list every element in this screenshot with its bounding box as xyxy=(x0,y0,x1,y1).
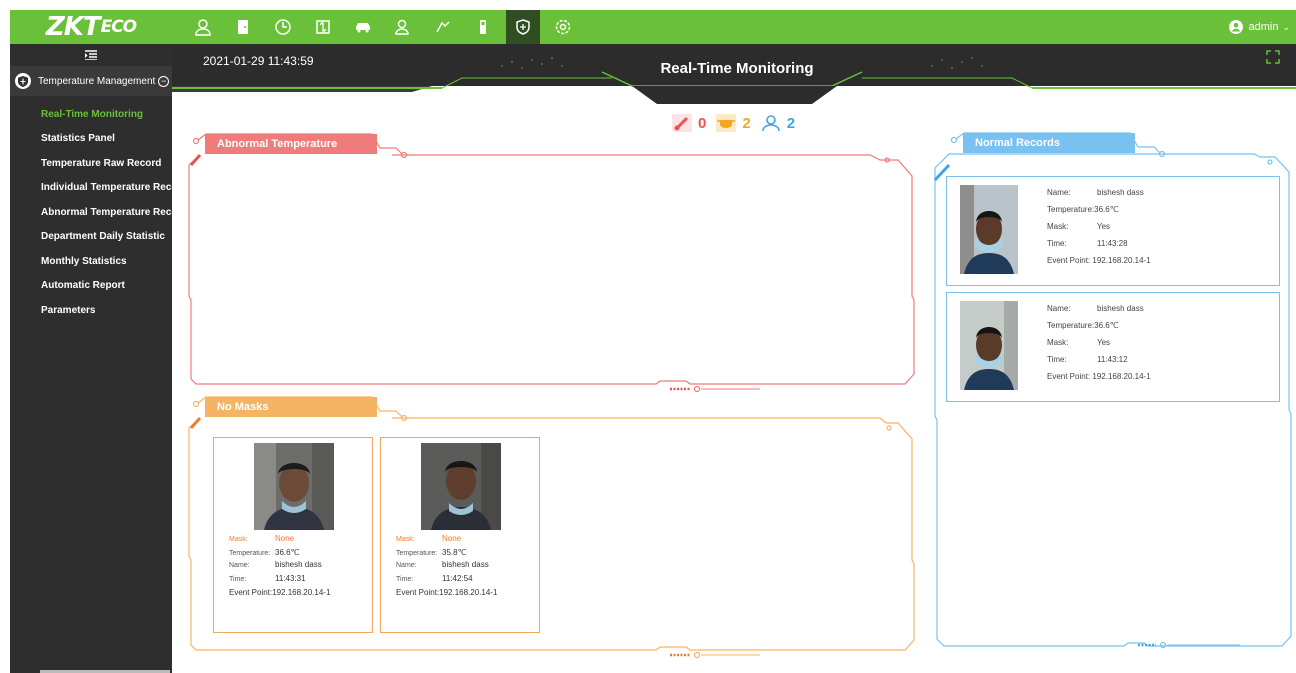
abnormal-temperature-panel-title: Abnormal Temperature xyxy=(205,134,377,154)
visitor-icon[interactable] xyxy=(386,10,420,44)
mask-icon xyxy=(716,114,737,132)
current-datetime: 2021-01-29 11:43:59 xyxy=(203,54,314,68)
no-mask-card[interactable]: Mask: None Temperature: 36.6℃ Name: bishesh… xyxy=(213,437,373,633)
mask-row: Mask: None xyxy=(229,534,295,543)
sidebar-item-real-time-monitoring[interactable]: Real-Time Monitoring xyxy=(10,102,172,127)
access-door-icon[interactable] xyxy=(226,10,260,44)
attendance-clock-icon[interactable] xyxy=(266,10,300,44)
user-avatar-icon xyxy=(1229,20,1244,34)
status-counters: 0 2 2 xyxy=(672,114,805,132)
normal-record-card[interactable]: Name: bishesh dass Temperature:36.6℃ Mask… xyxy=(946,292,1280,402)
time-row: Time: 11:42:54 xyxy=(396,574,473,583)
no-masks-panel-title: No Masks xyxy=(205,397,377,417)
sidebar-item-statistics-panel[interactable]: Statistics Panel xyxy=(10,127,172,152)
sidebar-collapse-icon[interactable] xyxy=(10,44,172,66)
app-window: ZKT ECO admin ⌄ Temperature Management −… xyxy=(0,0,1296,673)
personnel-icon[interactable] xyxy=(186,10,220,44)
sidebar-item-monthly-statistics[interactable]: Monthly Statistics xyxy=(10,249,172,274)
top-bar: ZKT ECO admin ⌄ xyxy=(10,10,1296,44)
name-row: Name: bishesh dass xyxy=(1047,188,1144,197)
temperature-row: Temperature:36.6℃ xyxy=(1047,321,1119,330)
username: admin xyxy=(1248,21,1279,33)
normal-records-panel-title: Normal Records xyxy=(963,133,1135,153)
temperature-row: Temperature:36.6℃ xyxy=(229,548,300,557)
person-photo xyxy=(421,443,501,530)
abnormal-temperature-panel xyxy=(195,165,907,377)
collapse-minus-icon[interactable]: − xyxy=(158,75,170,87)
temperature-row: Temperature: 35.8℃ xyxy=(396,548,467,557)
name-row: Name: bishesh dass xyxy=(1047,304,1144,313)
system-settings-icon[interactable] xyxy=(546,10,580,44)
time-row: Time: 11:43:12 xyxy=(1047,355,1128,364)
person-icon xyxy=(761,115,780,132)
parking-car-icon[interactable] xyxy=(346,10,380,44)
mask-row: Mask: Yes xyxy=(1047,222,1111,231)
no-mask-card[interactable]: Mask: None Temperature: 35.8℃ Name: bishesh… xyxy=(380,437,540,633)
elevator-icon[interactable] xyxy=(306,10,340,44)
abnormal-counter: 0 xyxy=(672,114,706,132)
sidebar-item-department-daily-statistic[interactable]: Department Daily Statistic xyxy=(10,225,172,250)
normal-record-card[interactable]: Name: bishesh dass Temperature:36.6℃ Mask… xyxy=(946,176,1280,286)
zkteco-logo: ZKT ECO xyxy=(45,12,137,42)
page-header: 2021-01-29 11:43:59 Real-Time Monitoring xyxy=(172,44,1296,104)
event-point-row: Event Point: 192.168.20.14-1 xyxy=(1047,372,1151,381)
temperature-shield-icon[interactable] xyxy=(506,10,540,44)
person-photo xyxy=(254,443,334,530)
sidebar-item-automatic-report[interactable]: Automatic Report xyxy=(10,274,172,299)
device-icon[interactable] xyxy=(466,10,500,44)
time-row: Time: 11:43:31 xyxy=(229,574,306,583)
event-point-row: Event Point:192.168.20.14-1 xyxy=(229,588,331,597)
sidebar-group-temperature[interactable]: Temperature Management − xyxy=(10,66,172,96)
sidebar-item-temperature-raw-record[interactable]: Temperature Raw Record xyxy=(10,151,172,176)
sidebar: Temperature Management − Real-Time Monit… xyxy=(10,44,188,673)
sidebar-item-abnormal-temperature-record[interactable]: Abnormal Temperature Record xyxy=(10,200,188,225)
event-point-row: Event Point: 192.168.20.14-1 xyxy=(1047,256,1151,265)
normal-counter: 2 xyxy=(761,114,795,132)
name-row: Name: bishesh dass xyxy=(396,560,489,569)
person-photo xyxy=(960,185,1018,274)
sidebar-item-parameters[interactable]: Parameters xyxy=(10,298,172,323)
sidebar-group-label: Temperature Management xyxy=(38,75,156,87)
shield-icon xyxy=(15,73,31,89)
name-row: Name: bishesh dass xyxy=(229,560,322,569)
mask-row: Mask: None xyxy=(396,534,462,543)
sidebar-menu: Real-Time Monitoring Statistics Panel Temp… xyxy=(10,102,188,323)
person-photo xyxy=(960,301,1018,390)
temperature-row: Temperature:36.6℃ xyxy=(1047,205,1119,214)
mask-row: Mask: Yes xyxy=(1047,338,1111,347)
patrol-icon[interactable] xyxy=(426,10,460,44)
fullscreen-icon[interactable] xyxy=(1266,50,1280,69)
time-row: Time: 11:43:28 xyxy=(1047,239,1128,248)
thermometer-icon xyxy=(672,114,692,132)
sidebar-item-individual-temperature-record[interactable]: Individual Temperature Record xyxy=(10,176,188,201)
page-title: Real-Time Monitoring xyxy=(660,60,814,77)
module-nav xyxy=(186,10,586,44)
no-mask-counter: 2 xyxy=(716,114,751,132)
chevron-down-icon: ⌄ xyxy=(1282,21,1290,32)
user-menu[interactable]: admin ⌄ xyxy=(1229,10,1290,44)
event-point-row: Event Point:192.168.20.14-1 xyxy=(396,588,498,597)
